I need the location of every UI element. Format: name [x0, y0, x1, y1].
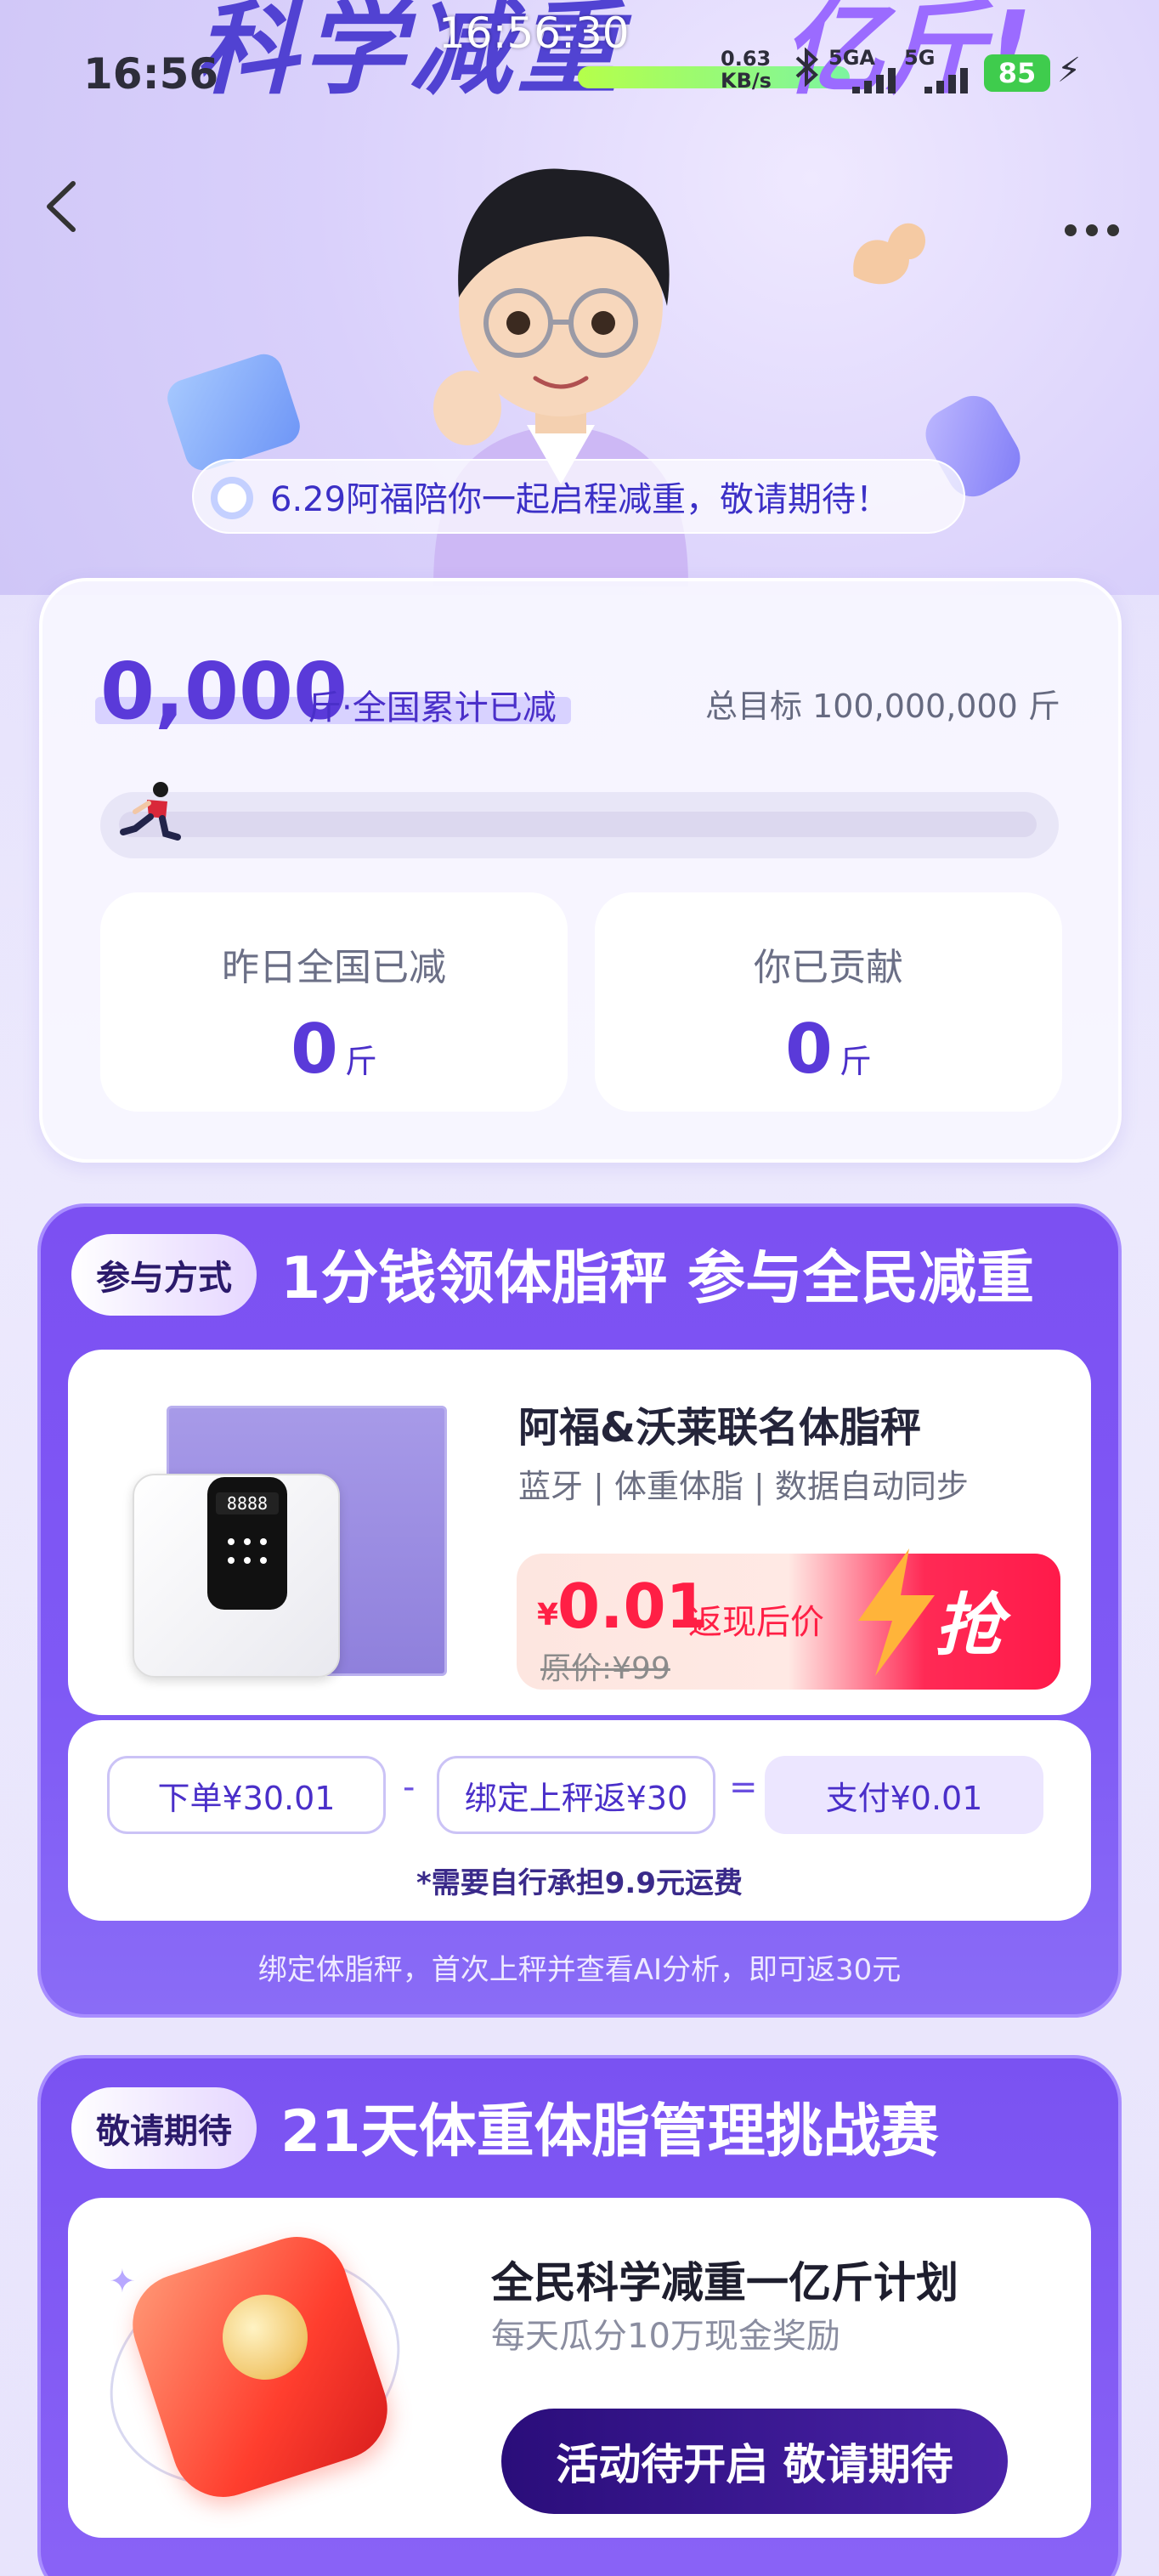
- lightning-icon: [850, 1548, 943, 1701]
- svg-text:8888: 8888: [227, 1493, 268, 1514]
- signal-icon-2: [924, 68, 974, 109]
- price-value: 0.01: [557, 1571, 709, 1642]
- contribution-value: 0: [785, 1010, 833, 1089]
- contribution-card: 你已贡献 0斤: [595, 892, 1062, 1112]
- contribution-label: 你已贡献: [754, 946, 903, 989]
- goal-label: 总目标 100,000,000 斤: [705, 688, 1060, 725]
- original-price: 原价:¥99: [540, 1651, 670, 1686]
- challenge-title: 21天体重体脂管理挑战赛: [280, 2098, 939, 2166]
- join-title: 1分钱领体脂秤 参与全民减重: [280, 1245, 1034, 1312]
- yesterday-value: 0: [291, 1010, 338, 1089]
- progress-bar: [119, 812, 1037, 837]
- notice-banner: 6.29阿福陪你一起启程减重，敬请期待！: [192, 459, 965, 534]
- notice-text: 6.29阿福陪你一起启程减重，敬请期待！: [270, 480, 890, 519]
- status-time: 16:56: [83, 49, 219, 99]
- grab-label[interactable]: 抢: [935, 1571, 1003, 1669]
- shipping-note: *需要自行承担9.9元运费: [416, 1866, 743, 1900]
- formula-minus: -: [403, 1768, 416, 1807]
- net-type-label-2: 5G: [904, 46, 936, 70]
- yesterday-label: 昨日全国已减: [222, 946, 446, 989]
- formula-pay: 支付¥0.01: [765, 1756, 1043, 1834]
- yesterday-value-row: 0斤: [100, 1010, 568, 1089]
- yesterday-unit: 斤: [344, 1043, 377, 1080]
- contribution-value-row: 0斤: [595, 1010, 1062, 1089]
- challenge-card-title: 全民科学减重一亿斤计划: [491, 2258, 958, 2307]
- arm-icon: [841, 208, 935, 302]
- net-speed: 0.63 KB/s: [721, 48, 772, 92]
- battery-icon: 85: [984, 54, 1050, 92]
- notice-dot-icon: [211, 477, 253, 519]
- product-name: 阿福&沃莱联名体脂秤: [518, 1404, 921, 1452]
- signal-icon: [852, 68, 902, 109]
- back-icon[interactable]: [37, 177, 88, 236]
- join-tag: 参与方式: [71, 1234, 257, 1316]
- more-icon[interactable]: [1062, 195, 1122, 251]
- sparkle-icon: ✦: [109, 2262, 136, 2300]
- challenge-pending-button[interactable]: 活动待开启 敬请期待: [501, 2409, 1008, 2514]
- bluetooth-icon: [790, 47, 824, 96]
- charging-icon: ⚡: [1057, 51, 1082, 90]
- price-note: 返现后价: [688, 1603, 824, 1642]
- formula-order: 下单¥30.01: [107, 1756, 386, 1834]
- formula-bind-rebate: 绑定上秤返¥30: [437, 1756, 715, 1834]
- formula-equals: =: [729, 1768, 758, 1807]
- runner-icon: [115, 778, 184, 847]
- total-reduced-unit: 斤·全国累计已减: [308, 688, 557, 728]
- net-speed-unit: KB/s: [721, 69, 772, 93]
- contribution-unit: 斤: [839, 1043, 872, 1080]
- scale-display: 8888: [207, 1477, 287, 1610]
- challenge-card-subtitle: 每天瓜分10万现金奖励: [491, 2317, 840, 2356]
- net-type-label: 5GA: [828, 46, 875, 70]
- clock-overlay: 16:56:30: [438, 8, 630, 58]
- net-speed-value: 0.63: [721, 47, 772, 71]
- challenge-tag: 敬请期待: [71, 2087, 257, 2169]
- price-currency: ¥: [537, 1598, 559, 1633]
- rebate-note: 绑定体脂秤，首次上秤并查看AI分析，即可返30元: [257, 1953, 902, 1987]
- yesterday-card: 昨日全国已减 0斤: [100, 892, 568, 1112]
- product-desc: 蓝牙 | 体重体脂 | 数据自动同步: [518, 1468, 969, 1505]
